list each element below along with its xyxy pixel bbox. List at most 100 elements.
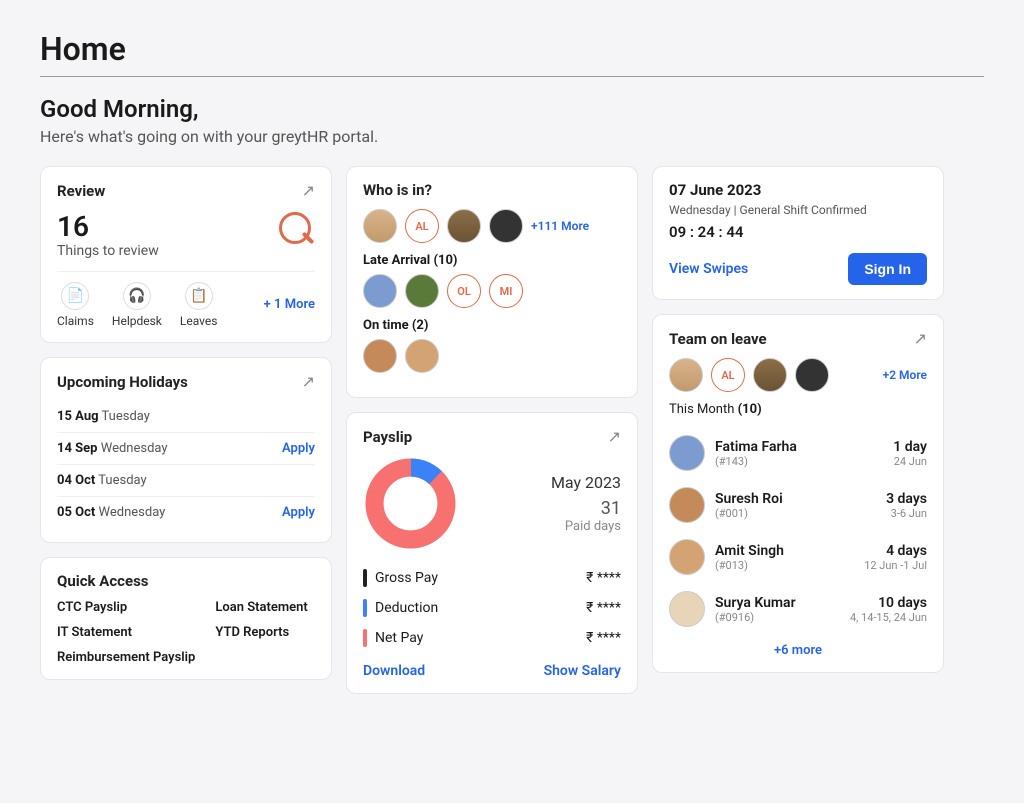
leaves-icon: 📋	[185, 282, 213, 310]
avatar-initials[interactable]: MI	[489, 274, 523, 308]
holiday-row: 04 Oct Tuesday	[57, 465, 315, 497]
review-more-link[interactable]: + 1 More	[264, 297, 315, 313]
divider	[40, 76, 984, 77]
month-count: (10)	[738, 402, 762, 417]
qa-link-ctc[interactable]: CTC Payslip	[57, 600, 195, 615]
avatar[interactable]	[669, 487, 705, 523]
avatar[interactable]	[363, 339, 397, 373]
leave-days: 1 day	[893, 439, 927, 455]
avatar[interactable]	[669, 358, 703, 392]
leave-id: (#143)	[715, 455, 797, 468]
view-swipes-link[interactable]: View Swipes	[669, 261, 748, 277]
quick-access-title: Quick Access	[57, 572, 315, 590]
subtitle: Here's what's going on with your greytHR…	[40, 127, 984, 146]
claims-icon: 📄	[61, 282, 89, 310]
review-item-helpdesk[interactable]: 🎧 Helpdesk	[112, 282, 162, 328]
quick-access-card: Quick Access CTC Payslip IT Statement Re…	[40, 557, 332, 680]
avatar-initials[interactable]: AL	[711, 358, 745, 392]
avatar-initials[interactable]: OL	[447, 274, 481, 308]
leave-dates: 24 Jun	[893, 455, 927, 468]
avatar[interactable]	[405, 274, 439, 308]
avatar[interactable]	[795, 358, 829, 392]
review-title: Review	[57, 182, 105, 200]
qa-link-it[interactable]: IT Statement	[57, 625, 195, 640]
show-salary-link[interactable]: Show Salary	[544, 663, 621, 679]
team-leave-more-bottom[interactable]: +6 more	[669, 643, 927, 658]
helpdesk-icon: 🎧	[123, 282, 151, 310]
team-leave-title: Team on leave	[669, 330, 767, 348]
holiday-apply[interactable]: Apply	[282, 505, 315, 520]
dashboard-columns: Review ↗ 16 Things to review 📄 Claims	[40, 166, 984, 694]
holiday-row: 14 Sep Wednesday Apply	[57, 433, 315, 465]
leaves-label: Leaves	[180, 314, 218, 328]
leave-name: Suresh Roi	[715, 491, 783, 507]
avatar-initials[interactable]: AL	[405, 209, 439, 243]
holiday-row: 15 Aug Tuesday	[57, 401, 315, 433]
review-item-leaves[interactable]: 📋 Leaves	[180, 282, 218, 328]
column-left: Review ↗ 16 Things to review 📄 Claims	[40, 166, 332, 680]
holidays-card: Upcoming Holidays ↗ 15 Aug Tuesday 14 Se…	[40, 357, 332, 543]
team-leave-more[interactable]: +2 More	[883, 368, 927, 382]
holiday-date: 04 Oct	[57, 473, 95, 488]
team-leave-arrow-icon[interactable]: ↗	[914, 329, 927, 348]
holiday-day: Wednesday	[101, 441, 168, 456]
pay-line-deduction: Deduction ₹ ****	[363, 593, 621, 623]
gross-value: ₹ ****	[586, 570, 621, 586]
holiday-day: Tuesday	[98, 473, 146, 488]
payslip-month: May 2023	[551, 473, 621, 492]
column-right: 07 June 2023 Wednesday | General Shift C…	[652, 166, 944, 673]
holidays-title: Upcoming Holidays	[57, 373, 188, 391]
claims-label: Claims	[57, 314, 94, 328]
payslip-days: 31	[551, 498, 621, 519]
avatar[interactable]	[669, 591, 705, 627]
review-card: Review ↗ 16 Things to review 📄 Claims	[40, 166, 332, 343]
holiday-row: 05 Oct Wednesday Apply	[57, 497, 315, 528]
leave-dates: 12 Jun -1 Jul	[864, 559, 927, 572]
late-arrival-label: Late Arrival (10)	[363, 253, 621, 268]
whoisin-more[interactable]: +111 More	[531, 219, 589, 233]
deduction-label: Deduction	[375, 600, 438, 616]
avatar[interactable]	[363, 209, 397, 243]
payslip-title: Payslip	[363, 428, 412, 446]
leave-name: Fatima Farha	[715, 439, 797, 455]
team-leave-card: Team on leave ↗ AL +2 More This Month (1…	[652, 314, 944, 673]
review-arrow-icon[interactable]: ↗	[302, 181, 315, 200]
sign-in-button[interactable]: Sign In	[848, 253, 927, 285]
shift-clock: 09 : 24 : 44	[669, 223, 927, 241]
review-item-claims[interactable]: 📄 Claims	[57, 282, 94, 328]
avatar[interactable]	[447, 209, 481, 243]
column-middle: Who is in? AL +111 More Late Arrival (10…	[346, 166, 638, 694]
payslip-arrow-icon[interactable]: ↗	[608, 427, 621, 446]
qa-link-ytd[interactable]: YTD Reports	[215, 625, 307, 640]
deduction-value: ₹ ****	[586, 600, 621, 616]
helpdesk-label: Helpdesk	[112, 314, 162, 328]
avatar[interactable]	[753, 358, 787, 392]
qa-link-reimb[interactable]: Reimbursement Payslip	[57, 650, 195, 665]
avatar[interactable]	[669, 539, 705, 575]
avatar[interactable]	[489, 209, 523, 243]
magnifier-icon	[275, 210, 315, 250]
holiday-date: 14 Sep	[57, 441, 98, 456]
pay-line-gross: Gross Pay ₹ ****	[363, 563, 621, 593]
avatar[interactable]	[363, 274, 397, 308]
avatar[interactable]	[405, 339, 439, 373]
leave-days: 10 days	[850, 595, 927, 611]
review-count: 16	[57, 210, 159, 243]
leave-days: 3 days	[886, 491, 927, 507]
avatar[interactable]	[669, 435, 705, 471]
pay-line-net: Net Pay ₹ ****	[363, 623, 621, 653]
payslip-donut-chart	[363, 456, 458, 551]
leave-name: Surya Kumar	[715, 595, 796, 611]
qa-link-loan[interactable]: Loan Statement	[215, 600, 307, 615]
payslip-card: Payslip ↗ May 2023 31 Paid days	[346, 412, 638, 694]
holiday-apply[interactable]: Apply	[282, 441, 315, 456]
greeting: Good Morning,	[40, 95, 984, 123]
shift-date: 07 June 2023	[669, 181, 927, 199]
net-label: Net Pay	[375, 630, 423, 646]
leave-id: (#013)	[715, 559, 784, 572]
holidays-arrow-icon[interactable]: ↗	[302, 372, 315, 391]
leave-days: 4 days	[864, 543, 927, 559]
leave-id: (#001)	[715, 507, 783, 520]
leave-dates: 3-6 Jun	[886, 507, 927, 520]
download-link[interactable]: Download	[363, 663, 425, 679]
